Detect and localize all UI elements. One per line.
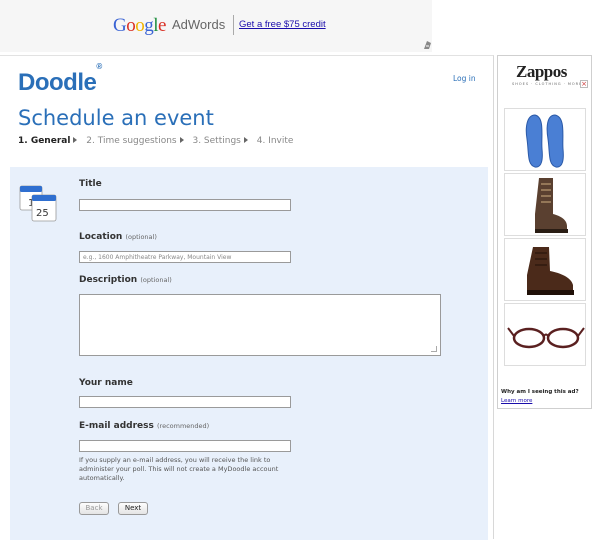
learn-more-link[interactable]: Learn more (501, 398, 532, 404)
step-invite: 4. Invite (256, 136, 294, 146)
leather-boot-icon (527, 247, 574, 295)
step-arrow-icon (179, 137, 184, 143)
email-input[interactable] (79, 440, 291, 452)
zappos-side-ad[interactable]: Zappos SHOES · CLOTHING · MORE × Why am … (497, 55, 592, 409)
google-logo: Google (113, 15, 166, 36)
your-name-label: Your name (79, 378, 133, 388)
calendar-icon: 1 25 (19, 185, 57, 222)
ad-close-icon[interactable]: × (580, 80, 588, 88)
step-settings: 3. Settings (192, 136, 241, 146)
description-label: Description (optional) (79, 275, 172, 285)
doodle-logo[interactable]: Doodle® (18, 62, 102, 97)
next-button[interactable]: Next (118, 502, 148, 515)
title-input[interactable] (79, 199, 291, 211)
step-time-suggestions: 2. Time suggestions (86, 136, 177, 146)
email-help-text: If you supply an e-mail address, you wil… (79, 456, 279, 482)
step-arrow-icon (73, 137, 78, 143)
ad-choices-icon[interactable] (423, 40, 432, 50)
eyeglasses-icon (507, 327, 585, 349)
why-this-ad-text: Why am I seeing this ad? (501, 389, 579, 395)
insoles-icon (525, 114, 564, 168)
your-name-input[interactable] (79, 396, 291, 408)
product-eyeglasses[interactable] (504, 303, 586, 366)
description-textarea[interactable] (79, 294, 441, 356)
title-label: Title (79, 179, 102, 189)
zappos-tagline: SHOES · CLOTHING · MORE (512, 82, 583, 86)
email-label: E-mail address (recommended) (79, 421, 210, 431)
back-button[interactable]: Back (79, 502, 109, 515)
boot-icon (535, 178, 568, 233)
login-link[interactable]: Log in (453, 74, 476, 83)
product-leather-boot[interactable] (504, 238, 586, 301)
banner-divider (233, 15, 234, 35)
svg-text:25: 25 (36, 208, 49, 219)
top-banner-ad[interactable]: Google AdWords Get a free $75 credit (0, 0, 432, 52)
page-title: Schedule an event (18, 106, 214, 130)
product-lace-boot[interactable] (504, 173, 586, 236)
product-insoles[interactable] (504, 108, 586, 171)
step-arrow-icon (243, 137, 248, 143)
adwords-label: AdWords (172, 17, 226, 32)
general-form-panel: 1 25 Title Location (optional) e.g., 160… (10, 167, 488, 540)
free-credit-link[interactable]: Get a free $75 credit (239, 19, 326, 30)
resize-handle-icon[interactable] (431, 346, 437, 352)
step-general: 1. General (18, 136, 71, 146)
doodle-main-card: Doodle® Log in Schedule an event 1. Gene… (0, 55, 494, 540)
wizard-steps: 1. General 2. Time suggestions 3. Settin… (18, 136, 293, 146)
location-label: Location (optional) (79, 232, 157, 242)
location-input[interactable]: e.g., 1600 Amphitheatre Parkway, Mountai… (79, 251, 291, 263)
zappos-logo[interactable]: Zappos (516, 62, 567, 82)
